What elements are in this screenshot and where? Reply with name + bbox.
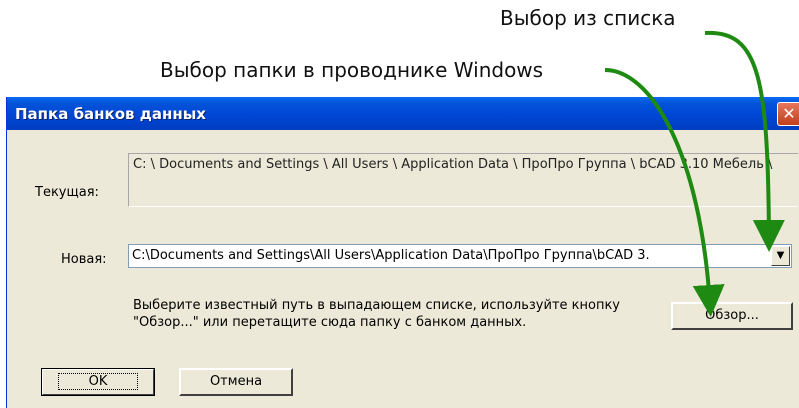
ok-button[interactable]: OK bbox=[41, 368, 155, 396]
ok-button-label: OK bbox=[57, 373, 139, 390]
browse-button[interactable]: Обзор... bbox=[671, 302, 793, 330]
close-button[interactable]: ✕ bbox=[777, 102, 799, 126]
close-icon: ✕ bbox=[782, 104, 796, 123]
current-path-field: C: \ Documents and Settings \ All Users … bbox=[128, 153, 798, 207]
title-bar: Папка банков данных ✕ bbox=[7, 97, 799, 130]
new-label: Новая: bbox=[61, 252, 107, 267]
new-path-combobox[interactable]: C:\Documents and Settings\All Users\Appl… bbox=[128, 244, 792, 268]
dialog-title: Папка банков данных bbox=[15, 105, 206, 123]
current-label: Текущая: bbox=[35, 185, 99, 200]
cancel-button[interactable]: Отмена bbox=[179, 368, 293, 396]
annotation-browse-select: Выбор папки в проводнике Windows bbox=[160, 58, 544, 82]
new-path-value[interactable]: C:\Documents and Settings\All Users\Appl… bbox=[132, 248, 767, 263]
hint-text: Выберите известный путь в выпадающем спи… bbox=[133, 298, 620, 330]
dropdown-button[interactable]: ▼ bbox=[771, 246, 790, 266]
chevron-down-icon: ▼ bbox=[776, 250, 785, 261]
annotation-list-select: Выбор из списка bbox=[500, 6, 676, 30]
data-bank-folder-dialog: Папка банков данных ✕ Текущая: C: \ Docu… bbox=[6, 97, 799, 408]
